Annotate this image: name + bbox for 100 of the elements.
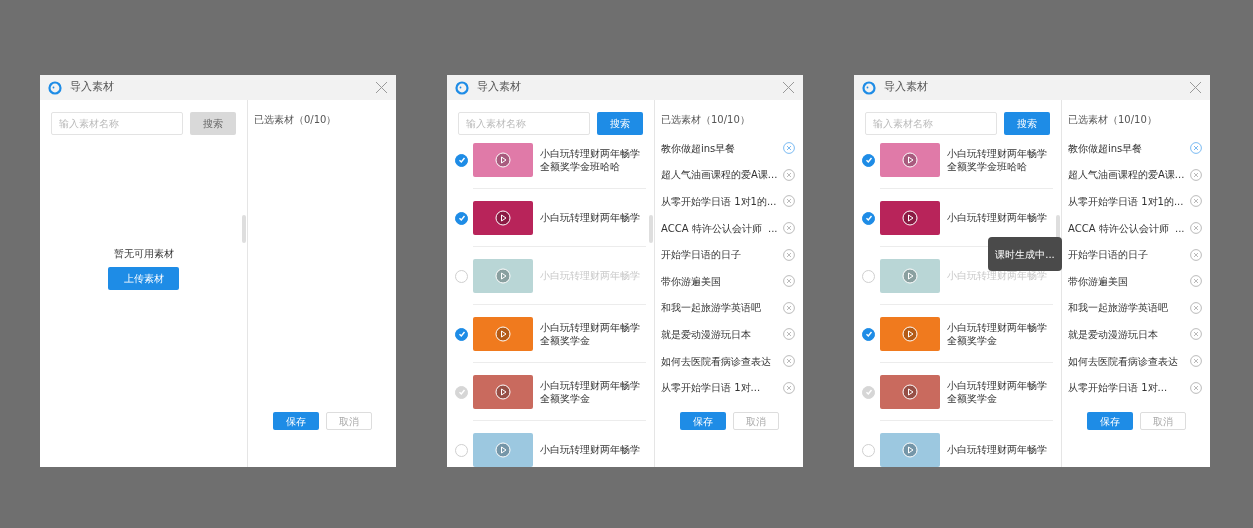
search-button[interactable]: 搜索 bbox=[1004, 112, 1050, 135]
remove-icon[interactable] bbox=[783, 355, 795, 368]
check-icon bbox=[864, 388, 873, 396]
checkbox[interactable] bbox=[862, 327, 875, 341]
logo-icon bbox=[862, 80, 876, 95]
play-icon bbox=[902, 209, 918, 226]
play-icon bbox=[495, 267, 511, 284]
play-icon bbox=[902, 267, 918, 284]
material-title: 小白玩转理财两年畅学全额奖学金班哈哈 bbox=[947, 146, 1047, 173]
material-title: 小白玩转理财两年畅学 bbox=[540, 443, 640, 456]
selected-material-title: 从零开始学日语 1对... bbox=[1068, 381, 1169, 396]
remove-icon[interactable] bbox=[1190, 195, 1202, 208]
check-icon bbox=[457, 388, 466, 396]
selected-count: 已选素材（0/10） bbox=[253, 113, 338, 127]
play-icon bbox=[495, 441, 511, 458]
close-button[interactable] bbox=[1189, 81, 1202, 94]
save-button[interactable]: 保存 bbox=[272, 412, 319, 430]
selected-material-title: 和我一起旅游学英语吧 bbox=[661, 301, 762, 316]
play-icon bbox=[902, 151, 918, 168]
remove-icon[interactable] bbox=[783, 248, 795, 261]
selected-material-title: 开始学日语的日子 bbox=[661, 248, 742, 263]
check-icon bbox=[457, 214, 466, 222]
remove-icon[interactable] bbox=[1190, 355, 1202, 368]
search-field[interactable]: 输入素材名称 bbox=[458, 112, 590, 135]
material-title: 小白玩转理财两年畅学 bbox=[540, 211, 640, 224]
selected-material-title: 从零开始学日语 1对1的... bbox=[661, 195, 778, 209]
selected-material-title: 开始学日语的日子 bbox=[1068, 248, 1149, 263]
remove-icon[interactable] bbox=[1190, 142, 1202, 155]
remove-icon[interactable] bbox=[783, 142, 795, 155]
logo-icon bbox=[455, 80, 469, 95]
check-icon bbox=[864, 214, 873, 222]
remove-icon[interactable] bbox=[1190, 381, 1202, 394]
checkbox[interactable] bbox=[862, 153, 875, 167]
remove-icon[interactable] bbox=[1190, 248, 1202, 261]
selected-material-title: 超人气油画课程的爱A课... bbox=[1068, 168, 1186, 183]
checkbox[interactable] bbox=[455, 211, 468, 225]
dialog-title: 导入素材 bbox=[70, 79, 114, 96]
play-icon bbox=[902, 441, 918, 458]
check-icon bbox=[864, 330, 873, 338]
remove-icon[interactable] bbox=[1190, 301, 1202, 314]
remove-icon[interactable] bbox=[783, 381, 795, 394]
checkbox[interactable] bbox=[862, 443, 875, 457]
material-title: 小白玩转理财两年畅学全额奖学金 bbox=[540, 378, 640, 405]
remove-icon[interactable] bbox=[1190, 328, 1202, 341]
save-button[interactable]: 保存 bbox=[1086, 412, 1133, 430]
material-title: 小白玩转理财两年畅学 bbox=[947, 443, 1047, 456]
search-button[interactable]: 搜索 bbox=[597, 112, 643, 135]
material-title: 小白玩转理财两年畅学全额奖学金班哈哈 bbox=[540, 146, 640, 173]
checkbox[interactable] bbox=[455, 443, 468, 457]
remove-icon[interactable] bbox=[783, 222, 795, 235]
check-icon bbox=[864, 156, 873, 164]
selected-material-title: 如何去医院看病诊查表达 bbox=[1068, 354, 1179, 369]
check-icon bbox=[457, 156, 466, 164]
remove-icon[interactable] bbox=[783, 195, 795, 208]
checkbox[interactable] bbox=[455, 269, 468, 283]
selected-material-title: 从零开始学日语 1对... bbox=[661, 381, 762, 396]
selected-material-title: 带你游遍美国 bbox=[661, 274, 722, 289]
selected-material-title: 从零开始学日语 1对1的... bbox=[1068, 195, 1185, 209]
cancel-button[interactable]: 取消 bbox=[1139, 412, 1186, 430]
material-title: 小白玩转理财两年畅学全额奖学金 bbox=[947, 320, 1047, 347]
remove-icon[interactable] bbox=[783, 168, 795, 181]
play-icon bbox=[495, 151, 511, 168]
remove-icon[interactable] bbox=[783, 275, 795, 288]
checkbox[interactable] bbox=[455, 327, 468, 341]
selected-material-title: 教你做超ins早餐 bbox=[661, 141, 737, 156]
play-icon bbox=[495, 325, 511, 342]
logo-icon bbox=[48, 80, 62, 95]
material-title: 小白玩转理财两年畅学全额奖学金 bbox=[947, 378, 1047, 405]
search-field[interactable]: 输入素材名称 bbox=[865, 112, 997, 135]
selected-count: 已选素材（10/10） bbox=[1067, 113, 1158, 127]
selected-material-title: 如何去医院看病诊查表达 bbox=[661, 354, 772, 369]
close-button[interactable] bbox=[375, 81, 388, 94]
material-title: 小白玩转理财两年畅学 bbox=[947, 211, 1047, 224]
checkbox[interactable] bbox=[455, 153, 468, 167]
play-icon bbox=[902, 325, 918, 342]
play-icon bbox=[902, 383, 918, 400]
checkbox[interactable] bbox=[862, 211, 875, 225]
remove-icon[interactable] bbox=[1190, 222, 1202, 235]
cancel-button[interactable]: 取消 bbox=[325, 412, 372, 430]
upload-button[interactable]: 上传素材 bbox=[108, 267, 179, 290]
selected-material-title: ACCA 特许公认会计师 ... bbox=[661, 221, 779, 236]
remove-icon[interactable] bbox=[1190, 168, 1202, 181]
material-title: 小白玩转理财两年畅学全额奖学金 bbox=[540, 320, 640, 347]
check-icon bbox=[457, 330, 466, 338]
checkbox[interactable] bbox=[862, 269, 875, 283]
selected-material-title: 就是爱动漫游玩日本 bbox=[661, 327, 752, 342]
toast: 课时生成中... bbox=[988, 237, 1062, 271]
selected-material-title: ACCA 特许公认会计师 ... bbox=[1068, 221, 1186, 236]
selected-material-title: 就是爱动漫游玩日本 bbox=[1068, 327, 1159, 342]
play-icon bbox=[495, 383, 511, 400]
save-button[interactable]: 保存 bbox=[679, 412, 726, 430]
remove-icon[interactable] bbox=[783, 301, 795, 314]
play-icon bbox=[495, 209, 511, 226]
dialog-title: 导入素材 bbox=[477, 79, 521, 96]
cancel-button[interactable]: 取消 bbox=[732, 412, 779, 430]
remove-icon[interactable] bbox=[783, 328, 795, 341]
close-button[interactable] bbox=[782, 81, 795, 94]
empty-message: 暂无可用素材 bbox=[113, 247, 174, 261]
remove-icon[interactable] bbox=[1190, 275, 1202, 288]
dialog-title: 导入素材 bbox=[884, 79, 928, 96]
